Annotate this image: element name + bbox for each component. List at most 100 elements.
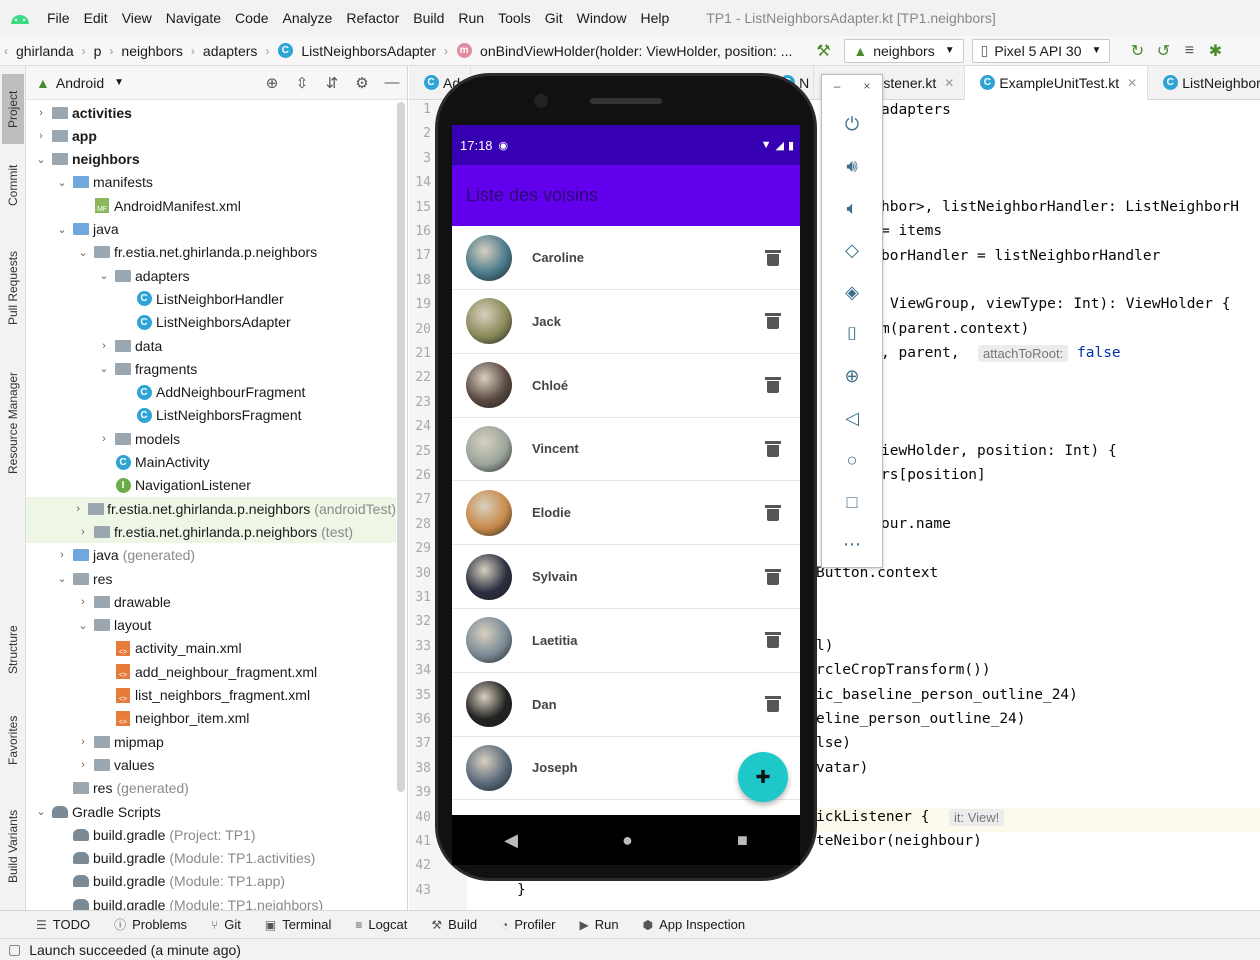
chevron-right-icon[interactable]: ›	[34, 107, 48, 119]
logcat-lines-icon[interactable]: ≡	[1176, 38, 1202, 64]
tree-item[interactable]: › activities	[26, 101, 396, 124]
neighbour-item[interactable]: Vincent	[452, 417, 800, 482]
breadcrumb-ghirlanda[interactable]: ghirlanda	[12, 43, 78, 59]
project-scrollbar[interactable]	[397, 102, 405, 792]
breadcrumb-list-neighbors-adapter[interactable]: ListNeighborsAdapter	[297, 43, 440, 59]
tool-tab-build-variants[interactable]: Build Variants	[2, 796, 24, 896]
chevron-right-icon[interactable]: ›	[72, 503, 85, 515]
menu-tools[interactable]: Tools	[491, 10, 538, 26]
close-icon[interactable]: ×	[863, 79, 870, 97]
tool-profiler[interactable]: ◔ Profiler	[501, 917, 555, 932]
tree-item[interactable]: I NavigationListener	[26, 474, 396, 497]
tool-logcat[interactable]: ≡ Logcat	[355, 917, 407, 932]
tree-item[interactable]: ⌄ layout	[26, 614, 396, 637]
tool-terminal[interactable]: ▣ Terminal	[265, 917, 331, 932]
breadcrumb-neighbors[interactable]: neighbors	[117, 43, 187, 59]
tree-item[interactable]: › drawable	[26, 590, 396, 613]
neighbour-item[interactable]: Sylvain	[452, 545, 800, 609]
locate-target-icon[interactable]: ⊕	[257, 74, 287, 92]
tool-tab-favorites[interactable]: Favorites	[2, 702, 24, 778]
menu-navigate[interactable]: Navigate	[159, 10, 228, 26]
tree-item[interactable]: C MainActivity	[26, 451, 396, 474]
project-view-mode[interactable]: Android	[56, 75, 104, 91]
volume-up-icon[interactable]: 🔊︎	[822, 151, 882, 181]
module-selector[interactable]: ▲ neighbors ▼	[844, 38, 964, 63]
overview-icon[interactable]: ■	[737, 830, 748, 851]
delete-trash-icon[interactable]	[765, 313, 781, 330]
rotate-right-icon[interactable]: ◈	[822, 277, 882, 307]
tree-item[interactable]: ⌄ manifests	[26, 171, 396, 194]
device-selector[interactable]: ▯ Pixel 5 API 30 ▼	[971, 38, 1111, 63]
breadcrumb-on-bind-view-holder[interactable]: onBindViewHolder(holder: ViewHolder, pos…	[476, 43, 796, 59]
chevron-down-icon[interactable]: ⌄	[55, 223, 69, 236]
tree-item[interactable]: C AddNeighbourFragment	[26, 381, 396, 404]
tree-item[interactable]: build.gradle (Project: TP1)	[26, 823, 396, 846]
tree-item[interactable]: <> neighbor_item.xml	[26, 707, 396, 730]
minimize-icon[interactable]: –	[834, 79, 841, 97]
tree-item[interactable]: › data	[26, 334, 396, 357]
close-icon[interactable]: ✕	[1127, 76, 1137, 90]
delete-trash-icon[interactable]	[765, 249, 781, 266]
apply-changes-icon[interactable]: ↻	[1124, 38, 1150, 64]
zoom-icon[interactable]: ⊕	[822, 361, 882, 391]
neighbour-item[interactable]: Jack	[452, 290, 800, 354]
camera-icon[interactable]: ⌷	[822, 319, 882, 349]
tree-item[interactable]: › java (generated)	[26, 544, 396, 567]
tool-tab-commit[interactable]: Commit	[2, 154, 24, 216]
tree-item[interactable]: › models	[26, 427, 396, 450]
tool-tab-structure[interactable]: Structure	[2, 612, 24, 688]
menu-edit[interactable]: Edit	[77, 10, 115, 26]
chevron-down-icon[interactable]: ⌄	[76, 619, 90, 632]
tree-item[interactable]: ⌄ fr.estia.net.ghirlanda.p.neighbors	[26, 241, 396, 264]
tree-item[interactable]: › fr.estia.net.ghirlanda.p.neighbors (andr…	[26, 497, 396, 521]
chevron-down-icon[interactable]: ⌄	[55, 176, 69, 189]
tool-tab-pull-requests[interactable]: Pull Requests	[2, 238, 24, 338]
delete-trash-icon[interactable]	[765, 632, 781, 649]
tool-problems[interactable]: ⓘ Problems	[114, 916, 187, 933]
tree-item[interactable]: C ListNeighborsFragment	[26, 404, 396, 427]
tree-item[interactable]: res (generated)	[26, 777, 396, 800]
tree-item[interactable]: ⌄ adapters	[26, 264, 396, 287]
overview-icon[interactable]: □	[822, 487, 882, 517]
chevron-down-icon[interactable]: ⌄	[34, 805, 48, 818]
menu-git[interactable]: Git	[538, 10, 570, 26]
chevron-right-icon[interactable]: ›	[76, 736, 90, 748]
apply-code-changes-icon[interactable]: ↺	[1150, 38, 1176, 64]
tool-git[interactable]: ⑂ Git	[211, 917, 241, 932]
tool-app-inspection[interactable]: ⬢ App Inspection	[643, 917, 746, 932]
chevron-right-icon[interactable]: ›	[76, 526, 90, 538]
tree-item[interactable]: › app	[26, 124, 396, 147]
breadcrumb-p[interactable]: p	[90, 43, 106, 59]
editor-tab[interactable]: CListNeighborH	[1148, 66, 1260, 100]
chevron-down-icon[interactable]: ⌄	[76, 246, 90, 259]
breadcrumb-adapters[interactable]: adapters	[199, 43, 261, 59]
tree-item[interactable]: › fr.estia.net.ghirlanda.p.neighbors (test…	[26, 520, 396, 544]
rotate-left-icon[interactable]: ◇	[822, 235, 882, 265]
tree-item[interactable]: build.gradle (Module: TP1.app)	[26, 870, 396, 893]
add-neighbour-fab[interactable]: ✚	[738, 752, 788, 802]
menu-file[interactable]: File	[40, 10, 77, 26]
neighbour-item[interactable]: Laetitia	[452, 609, 800, 673]
tool-todo[interactable]: ☰ TODO	[36, 917, 90, 932]
neighbour-item[interactable]: Elodie	[452, 481, 800, 546]
delete-trash-icon[interactable]	[765, 568, 781, 585]
tool-run[interactable]: ▶ Run	[580, 917, 619, 932]
tool-tab-project[interactable]: Project	[2, 74, 24, 144]
back-icon[interactable]: ◀	[504, 830, 518, 851]
chevron-right-icon[interactable]: ›	[55, 549, 69, 561]
close-icon[interactable]: ✕	[944, 76, 954, 90]
neighbour-item[interactable]: Dan	[452, 673, 800, 737]
chevron-down-icon[interactable]: ⌄	[34, 153, 48, 166]
chevron-right-icon[interactable]: ›	[76, 759, 90, 771]
tree-item[interactable]: › mipmap	[26, 730, 396, 753]
delete-trash-icon[interactable]	[765, 696, 781, 713]
tree-item[interactable]: C ListNeighborsAdapter	[26, 311, 396, 334]
menu-window[interactable]: Window	[570, 10, 634, 26]
debug-bug-icon[interactable]: ✱	[1202, 38, 1228, 64]
menu-view[interactable]: View	[115, 10, 159, 26]
menu-analyze[interactable]: Analyze	[276, 10, 340, 26]
tree-item[interactable]: <> activity_main.xml	[26, 637, 396, 660]
neighbour-item[interactable]: Caroline	[452, 226, 800, 290]
menu-build[interactable]: Build	[406, 10, 451, 26]
chevron-down-icon[interactable]: ▼	[114, 77, 124, 88]
